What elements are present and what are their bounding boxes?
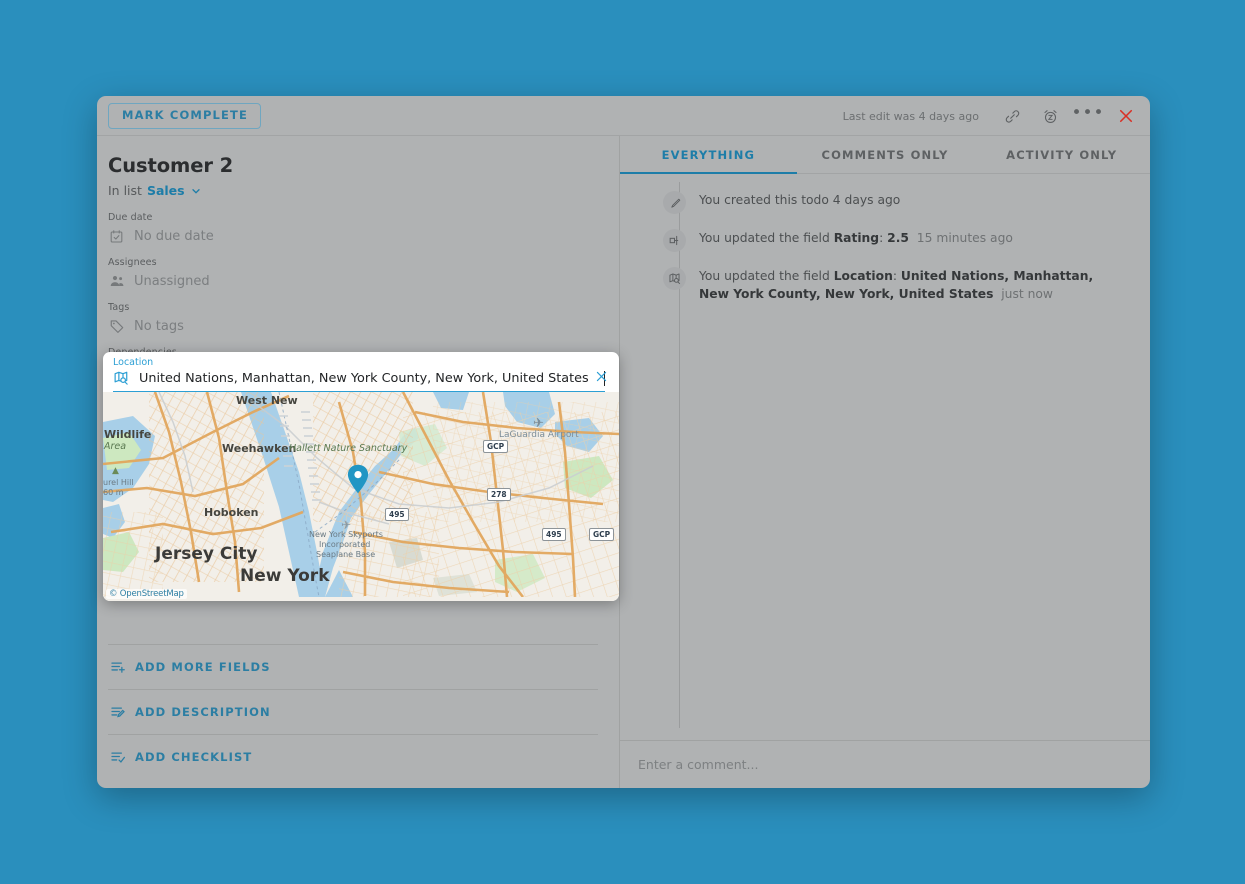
activity-tabs: EVERYTHING COMMENTS ONLY ACTIVITY ONLY	[620, 136, 1150, 174]
map-attribution[interactable]: © OpenStreetMap	[106, 589, 187, 599]
field-assignees: Assignees Unassigned	[108, 257, 598, 291]
map-tiles	[103, 392, 619, 597]
field-due-date: Due date No due date	[108, 212, 598, 246]
location-editor-popup: Location	[103, 352, 619, 601]
tab-comments-only[interactable]: COMMENTS ONLY	[797, 136, 974, 174]
field-label-due-date: Due date	[108, 212, 598, 223]
map-search-icon	[113, 370, 131, 386]
clear-location-icon[interactable]	[594, 369, 609, 384]
timeline-connector	[679, 182, 680, 728]
field-value-due-date[interactable]: No due date	[108, 226, 598, 246]
location-input-row	[113, 370, 605, 392]
tab-comments-only-label: COMMENTS ONLY	[822, 148, 949, 162]
last-edit-text: Last edit was 4 days ago	[843, 110, 979, 123]
activity-item: You created this todo 4 days ago	[663, 190, 1120, 214]
add-more-fields-label: ADD MORE FIELDS	[135, 660, 271, 674]
snooze-alarm-icon[interactable]	[1039, 105, 1061, 127]
field-value-tags[interactable]: No tags	[108, 316, 598, 336]
activity-time-2: just now	[1001, 287, 1053, 301]
location-map[interactable]: West New Weehawken Hoboken Jersey City N…	[103, 392, 619, 601]
activity-text-0: You created this todo 4 days ago	[699, 193, 900, 207]
calendar-icon	[108, 228, 125, 245]
chevron-down-icon[interactable]	[190, 185, 202, 197]
location-field-label: Location	[113, 357, 607, 368]
tab-everything-label: EVERYTHING	[662, 148, 755, 162]
location-input[interactable]	[139, 371, 598, 386]
modal-toolbar: MARK COMPLETE Last edit was 4 days ago •…	[97, 96, 1150, 136]
field-label-tags: Tags	[108, 302, 598, 313]
tag-icon	[108, 318, 125, 335]
in-list-row: In list Sales	[108, 183, 598, 198]
close-icon[interactable]	[1115, 105, 1137, 127]
activity-feed: You created this todo 4 days ago You upd…	[620, 174, 1150, 740]
field-text-tags: No tags	[134, 319, 184, 334]
list-check-icon	[110, 749, 126, 766]
page-title: Customer 2	[108, 154, 598, 177]
field-text-assignees: Unassigned	[134, 274, 210, 289]
activity-text-2: You updated the field	[699, 269, 834, 283]
tab-activity-only[interactable]: ACTIVITY ONLY	[973, 136, 1150, 174]
rating-icon	[663, 229, 686, 252]
list-pencil-icon	[110, 704, 126, 721]
road-shield-gcp: GCP	[483, 440, 508, 453]
road-shield-495: 495	[385, 508, 409, 521]
mark-complete-button[interactable]: MARK COMPLETE	[108, 103, 261, 129]
comment-bar	[620, 740, 1150, 788]
tab-everything[interactable]: EVERYTHING	[620, 136, 797, 174]
add-checklist-label: ADD CHECKLIST	[135, 750, 252, 764]
field-label-assignees: Assignees	[108, 257, 598, 268]
add-more-fields-button[interactable]: ADD MORE FIELDS	[108, 644, 598, 689]
add-description-label: ADD DESCRIPTION	[135, 705, 271, 719]
more-options-icon[interactable]: •••	[1077, 105, 1099, 127]
add-checklist-button[interactable]: ADD CHECKLIST	[108, 734, 598, 779]
activity-value-1: 2.5	[887, 231, 909, 245]
list-plus-icon	[110, 659, 126, 676]
comment-input[interactable]	[638, 757, 1132, 772]
toolbar-right-group: Last edit was 4 days ago •••	[843, 105, 1137, 127]
activity-item-text: You updated the field Location: United N…	[699, 266, 1120, 304]
field-text-due-date: No due date	[134, 229, 214, 244]
activity-item: You updated the field Location: United N…	[663, 266, 1120, 304]
map-search-icon	[663, 267, 686, 290]
add-description-button[interactable]: ADD DESCRIPTION	[108, 689, 598, 734]
activity-field-1: Rating	[834, 231, 879, 245]
road-shield-495b: 495	[542, 528, 566, 541]
field-value-assignees[interactable]: Unassigned	[108, 271, 598, 291]
activity-field-2: Location	[834, 269, 893, 283]
pencil-icon	[663, 191, 686, 214]
road-shield-gcpb: GCP	[589, 528, 614, 541]
field-tags: Tags No tags	[108, 302, 598, 336]
activity-item: You updated the field Rating: 2.5 15 min…	[663, 228, 1120, 252]
road-shield-278: 278	[487, 488, 511, 501]
activity-pane: EVERYTHING COMMENTS ONLY ACTIVITY ONLY	[620, 136, 1150, 788]
activity-item-text: You created this todo 4 days ago	[699, 190, 900, 214]
people-icon	[108, 273, 125, 290]
location-input-header: Location	[103, 352, 619, 392]
tab-activity-only-label: ACTIVITY ONLY	[1006, 148, 1117, 162]
link-icon[interactable]	[1001, 105, 1023, 127]
in-list-prefix: In list	[108, 183, 142, 198]
activity-text-1: You updated the field	[699, 231, 834, 245]
list-name-link[interactable]: Sales	[147, 183, 185, 198]
activity-item-text: You updated the field Rating: 2.5 15 min…	[699, 228, 1013, 252]
activity-time-1: 15 minutes ago	[917, 231, 1013, 245]
